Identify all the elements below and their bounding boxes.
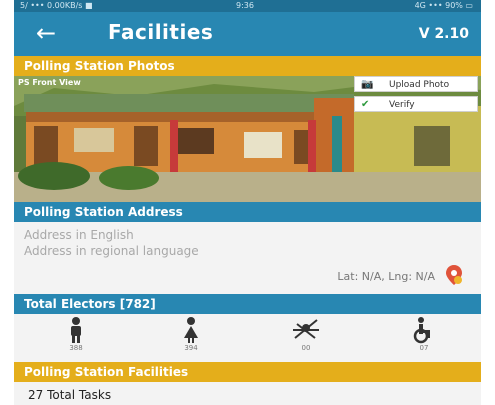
address-english-field[interactable]: Address in English — [24, 228, 134, 242]
upload-photo-label: Upload Photo — [389, 80, 450, 90]
total-tasks-row[interactable]: 27 Total Tasks — [14, 386, 481, 405]
status-right: 4G ••• 90% ▭ — [414, 1, 473, 10]
photo-illustration — [14, 76, 481, 202]
version-label: V 2.10 — [418, 26, 469, 42]
polling-station-photo: PS Front View 📷 Upload Photo ✔ Verify — [14, 76, 481, 202]
app-bar: ← Facilities V 2.10 — [14, 12, 481, 56]
male-electors: 388 — [46, 316, 106, 358]
location-pin-icon[interactable] — [445, 264, 463, 286]
checkmark-icon: ✔ — [361, 99, 370, 110]
photos-section-title: Polling Station Photos — [24, 59, 175, 73]
verify-label: Verify — [389, 100, 415, 110]
female-electors: 394 — [161, 316, 221, 358]
camera-icon: 📷 — [361, 79, 374, 90]
disabled-electors: 07 — [394, 316, 454, 358]
wheelchair-icon — [413, 317, 430, 344]
lat-lng-text: Lat: N/A, Lng: N/A — [337, 270, 435, 283]
app-screen: 5∕ ••• 0.00KB/s ■ 9:36 4G ••• 90% ▭ ← Fa… — [14, 0, 481, 405]
status-left: 5∕ ••• 0.00KB/s ■ — [20, 1, 93, 10]
third-gender-electors: 00 — [276, 316, 336, 358]
photo-caption: PS Front View — [18, 78, 81, 87]
upload-photo-button[interactable]: 📷 Upload Photo — [354, 76, 478, 92]
disabled-count: 07 — [419, 344, 429, 352]
female-icon — [184, 317, 198, 343]
address-section-header: Polling Station Address — [14, 202, 481, 222]
address-regional-field[interactable]: Address in regional language — [24, 244, 199, 258]
male-count: 388 — [69, 344, 83, 352]
address-section: Address in English Address in regional l… — [14, 222, 481, 294]
male-icon — [71, 317, 81, 343]
electors-section-title: Total Electors [782] — [24, 297, 156, 311]
back-arrow-icon[interactable]: ← — [36, 18, 56, 48]
electors-section-header: Total Electors [782] — [14, 294, 481, 314]
address-section-title: Polling Station Address — [24, 205, 183, 219]
electors-section: 388 394 00 07 — [14, 314, 481, 358]
page-title: Facilities — [108, 20, 214, 44]
verify-button[interactable]: ✔ Verify — [354, 96, 478, 112]
photos-section-header: Polling Station Photos — [14, 56, 481, 76]
facilities-section-title: Polling Station Facilities — [24, 365, 189, 379]
third-gender-icon — [293, 319, 319, 339]
status-bar: 5∕ ••• 0.00KB/s ■ 9:36 4G ••• 90% ▭ — [14, 0, 481, 12]
facilities-section-header: Polling Station Facilities — [14, 362, 481, 382]
status-time: 9:36 — [236, 1, 254, 10]
total-tasks-text: 27 Total Tasks — [28, 388, 112, 402]
female-count: 394 — [184, 344, 198, 352]
third-gender-count: 00 — [301, 344, 311, 352]
